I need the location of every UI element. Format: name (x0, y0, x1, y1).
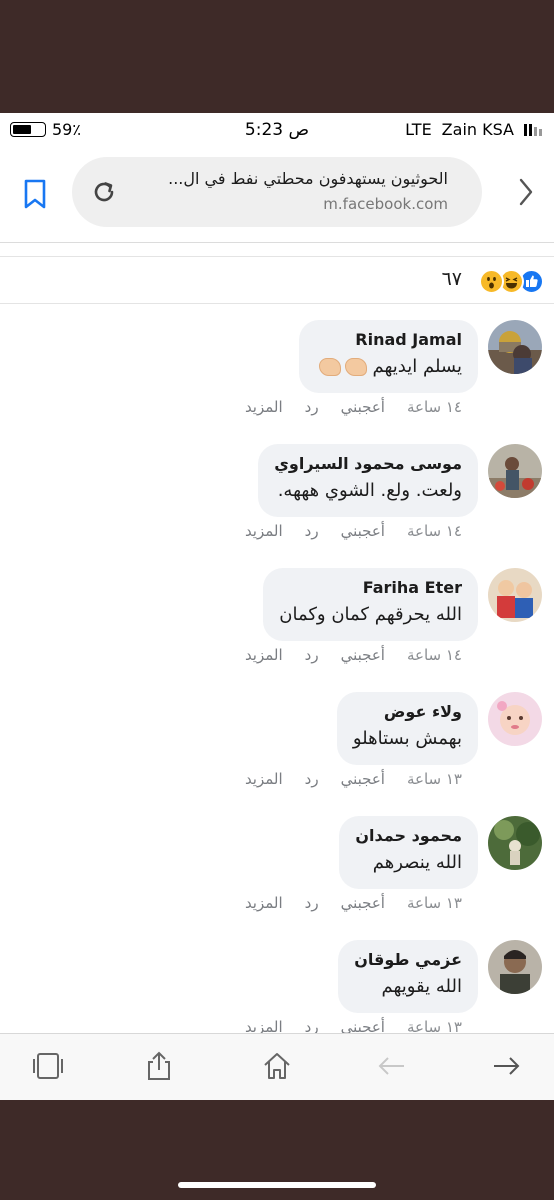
reply-button[interactable]: رد (305, 522, 319, 540)
like-button[interactable]: أعجبني (341, 398, 385, 416)
reply-button[interactable]: رد (305, 894, 319, 912)
comment-bubble: محمود حمدان الله ينصرهم (339, 816, 478, 889)
comment-time[interactable]: ١٤ ساعة (407, 398, 462, 416)
like-button[interactable]: أعجبني (341, 522, 385, 540)
comment-text: الله يحرقهم كمان وكمان (279, 604, 462, 625)
comment-time[interactable]: ١٤ ساعة (407, 646, 462, 664)
more-button[interactable]: المزيد (245, 770, 283, 788)
comment-time[interactable]: ١٣ ساعة (407, 770, 462, 788)
bookmark-icon[interactable] (20, 177, 50, 211)
reactions-summary[interactable]: ٦٧ (0, 256, 554, 304)
comment-bubble: Fariha Eter الله يحرقهم كمان وكمان (263, 568, 478, 641)
avatar[interactable] (488, 444, 542, 498)
wow-icon (479, 269, 504, 294)
comment-author[interactable]: ولاء عوض (353, 701, 462, 723)
reply-button[interactable]: رد (305, 646, 319, 664)
page-title: الحوثيون يستهدفون محطتي نفط في ال... (168, 169, 448, 188)
back-arrow-icon[interactable] (376, 1050, 408, 1082)
comment-actions: ١٤ ساعة أعجبني رد المزيد (245, 398, 462, 416)
share-icon[interactable] (143, 1050, 175, 1082)
more-button[interactable]: المزيد (245, 646, 283, 664)
avatar[interactable] (488, 816, 542, 870)
browser-toolbar (0, 1033, 554, 1100)
comment-bubble: Rinad Jamal يسلم ايديهم (298, 320, 478, 393)
comment-bubble: ولاء عوض بهمش بستاهلو (336, 692, 478, 765)
home-icon[interactable] (261, 1050, 293, 1082)
comment-actions: ١٤ ساعة أعجبني رد المزيد (245, 522, 462, 540)
comment-text: الله ينصرهم (372, 852, 462, 873)
comment-time[interactable]: ١٤ ساعة (407, 522, 462, 540)
comment-bubble: موسى محمود السيراوي ولعت. ولع. الشوي ههه… (258, 444, 478, 517)
tabs-icon[interactable] (32, 1050, 64, 1082)
address-bar[interactable]: الحوثيون يستهدفون محطتي نفط في ال... m.f… (72, 157, 482, 227)
comment-text: ولعت. ولع. الشوي هههه. (277, 480, 462, 501)
comment-item: محمود حمدان الله ينصرهم ١٣ ساعة أعجبني ر… (0, 804, 554, 928)
avatar[interactable] (488, 320, 542, 374)
more-button[interactable]: المزيد (245, 398, 283, 416)
network-type: LTE (405, 120, 432, 139)
forward-arrow-icon[interactable] (490, 1050, 522, 1082)
chevron-right-icon[interactable] (516, 175, 536, 209)
flexed-biceps-emoji-icon (318, 358, 341, 376)
comment-text: الله يقويهم (381, 976, 462, 997)
comment-actions: ١٤ ساعة أعجبني رد المزيد (245, 646, 462, 664)
avatar[interactable] (488, 940, 542, 994)
comment-text: يسلم ايديهم (315, 353, 462, 381)
reaction-icons (479, 269, 544, 294)
comment-item: Rinad Jamal يسلم ايديهم ١٤ ساعة أعجبني ر… (0, 308, 554, 432)
reaction-count[interactable]: ٦٧ (442, 268, 462, 290)
comment-item: موسى محمود السيراوي ولعت. ولع. الشوي ههه… (0, 432, 554, 556)
like-button[interactable]: أعجبني (341, 770, 385, 788)
home-indicator (178, 1182, 376, 1188)
signal-icon (524, 123, 542, 136)
like-button[interactable]: أعجبني (341, 646, 385, 664)
avatar[interactable] (488, 568, 542, 622)
reload-icon[interactable] (90, 178, 118, 206)
phone-screen: 59٪ 5:23 ص LTE Zain KSA الحوثيون يستهدفو… (0, 113, 554, 1100)
divider (0, 242, 554, 243)
flexed-biceps-emoji-icon (344, 358, 367, 376)
more-button[interactable]: المزيد (245, 522, 283, 540)
comment-actions: ١٣ ساعة أعجبني رد المزيد (245, 770, 462, 788)
comment-item: ولاء عوض بهمش بستاهلو ١٣ ساعة أعجبني رد … (0, 680, 554, 804)
avatar[interactable] (488, 692, 542, 746)
reply-button[interactable]: رد (305, 398, 319, 416)
page-domain: m.facebook.com (323, 195, 448, 213)
comment-bubble: عزمي طوقان الله يقويهم (338, 940, 478, 1013)
carrier-name: Zain KSA (441, 120, 514, 139)
more-button[interactable]: المزيد (245, 894, 283, 912)
status-bar: 59٪ 5:23 ص LTE Zain KSA (0, 113, 554, 147)
browser-address-row: الحوثيون يستهدفون محطتي نفط في ال... m.f… (0, 153, 554, 233)
comment-author[interactable]: موسى محمود السيراوي (274, 453, 462, 475)
like-button[interactable]: أعجبني (341, 894, 385, 912)
comment-author[interactable]: Fariha Eter (279, 577, 462, 599)
comment-time[interactable]: ١٣ ساعة (407, 894, 462, 912)
comment-actions: ١٣ ساعة أعجبني رد المزيد (245, 894, 462, 912)
comment-author[interactable]: عزمي طوقان (354, 949, 462, 971)
comment-author[interactable]: محمود حمدان (355, 825, 462, 847)
network-status: LTE Zain KSA (405, 120, 542, 139)
comment-item: Fariha Eter الله يحرقهم كمان وكمان ١٤ سا… (0, 556, 554, 680)
comment-text: بهمش بستاهلو (352, 728, 462, 749)
comment-author[interactable]: Rinad Jamal (315, 329, 462, 351)
reply-button[interactable]: رد (305, 770, 319, 788)
